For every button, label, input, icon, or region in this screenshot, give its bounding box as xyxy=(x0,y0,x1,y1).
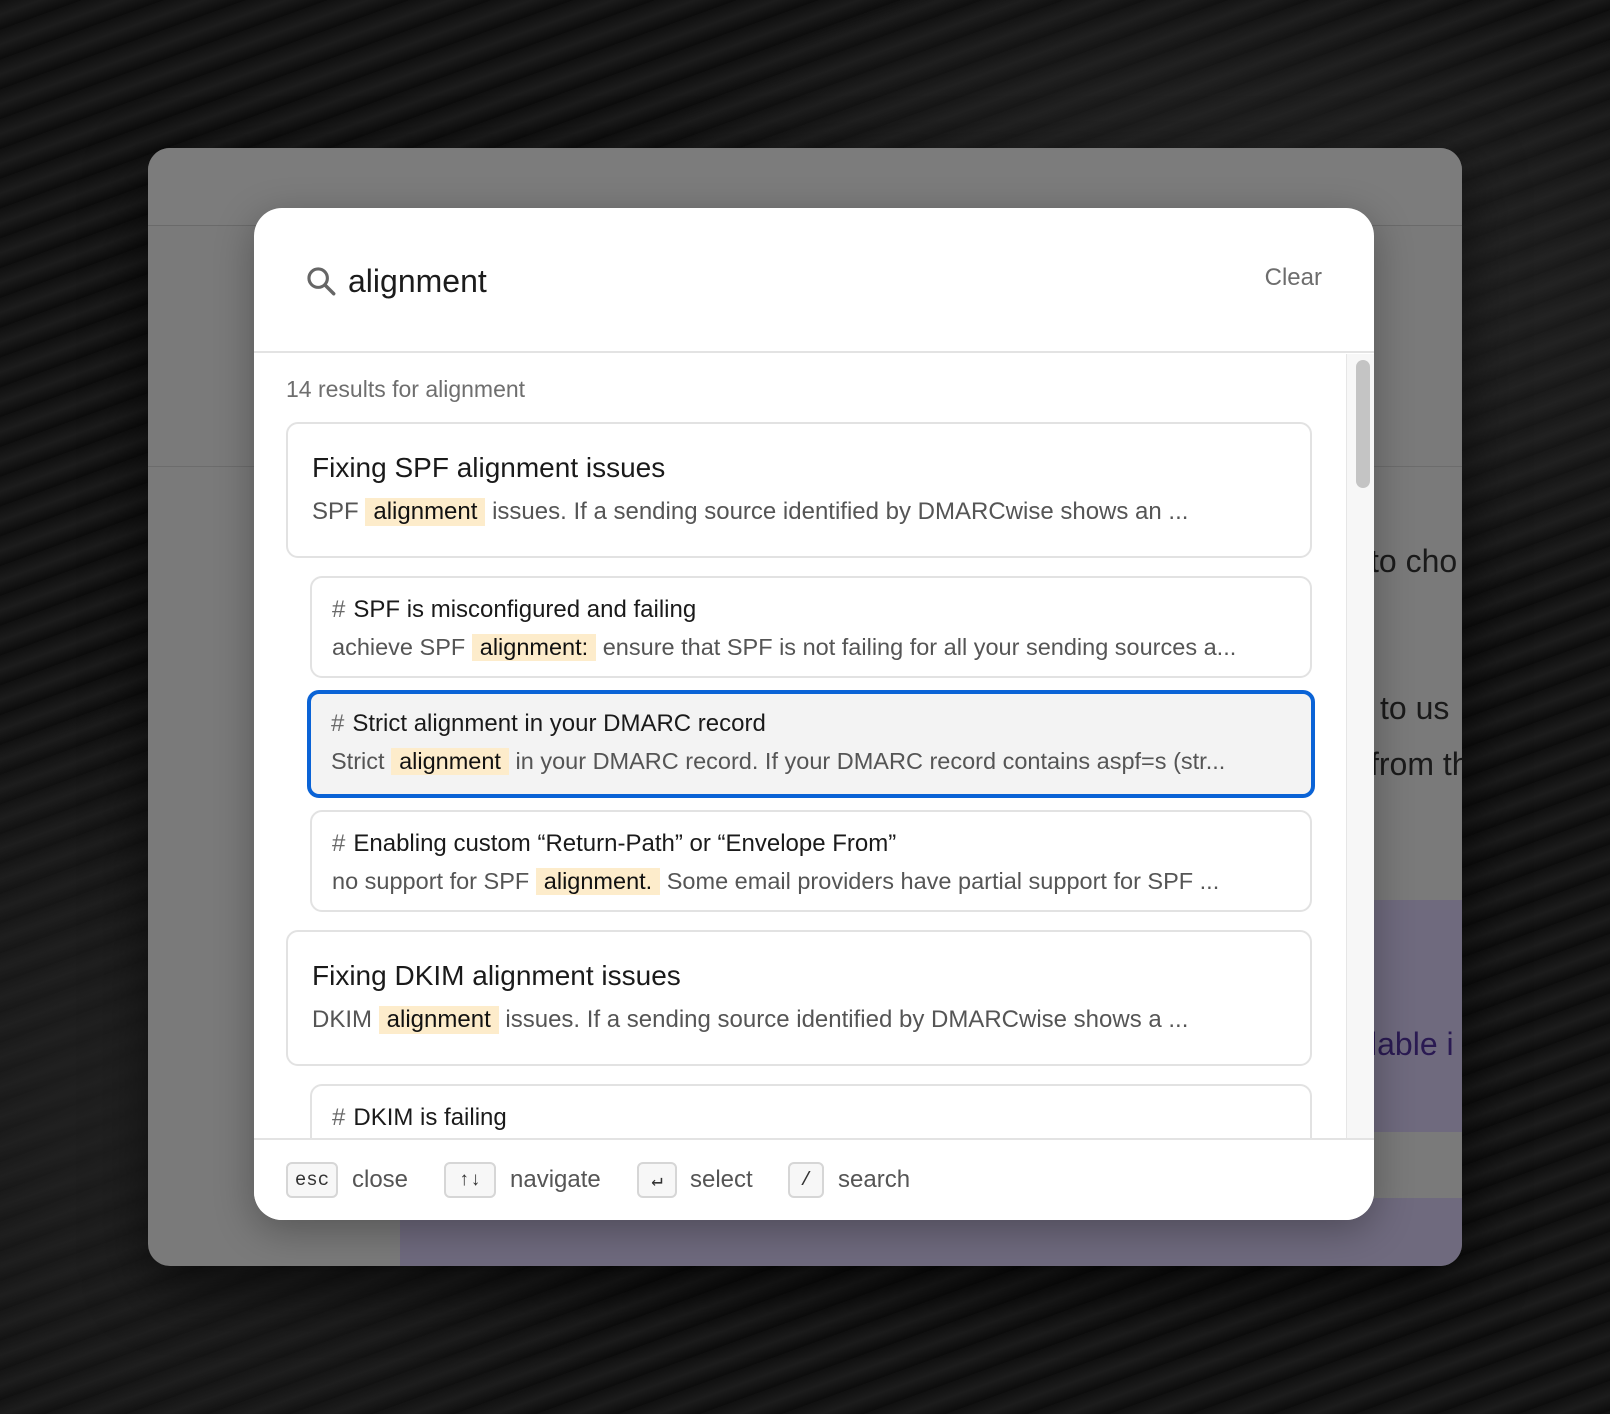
hash-icon: # xyxy=(332,830,346,857)
hash-icon: # xyxy=(332,596,346,623)
result-title: Fixing DKIM alignment issues xyxy=(312,960,681,991)
result-snippet: no support for SPF alignment. Some email… xyxy=(332,868,1220,895)
background-text: to cho xyxy=(1370,543,1458,579)
result-page-card[interactable]: Fixing DKIM alignment issues DKIM alignm… xyxy=(286,930,1312,1066)
result-title: # Strict alignment in your DMARC record xyxy=(331,710,766,737)
search-input[interactable] xyxy=(348,256,1208,306)
scrollbar-thumb[interactable] xyxy=(1356,360,1370,488)
enter-key-icon: ↵ xyxy=(637,1162,677,1198)
search-highlight: alignment: xyxy=(471,634,597,661)
search-bar: Clear xyxy=(254,208,1374,353)
slash-key-icon: / xyxy=(788,1162,824,1198)
result-title: # DKIM is failing xyxy=(332,1104,507,1131)
arrow-keys-icon: ↑↓ xyxy=(444,1162,496,1198)
results-scrollbar[interactable] xyxy=(1346,354,1374,1138)
search-icon xyxy=(307,267,336,296)
background-text: from th xyxy=(1370,746,1462,782)
search-hint-label: search xyxy=(838,1166,911,1193)
hash-icon: # xyxy=(332,1104,346,1131)
keyboard-hints-footer: esc close ↑↓ navigate ↵ select / search xyxy=(254,1138,1374,1220)
search-highlight: alignment xyxy=(365,498,486,526)
esc-key-icon: esc xyxy=(286,1162,338,1198)
navigate-hint-label: navigate xyxy=(510,1166,601,1193)
results-count: 14 results for alignment xyxy=(286,376,526,402)
result-title: # SPF is misconfigured and failing xyxy=(332,596,697,623)
background-callout-text: lable i xyxy=(1370,1026,1454,1062)
result-section-card[interactable]: # Enabling custom “Return-Path” or “Envel… xyxy=(310,810,1312,912)
result-page-card[interactable]: Fixing SPF alignment issues SPF alignmen… xyxy=(286,422,1312,558)
result-snippet: SPF alignment issues. If a sending sourc… xyxy=(312,498,1189,526)
result-snippet: DKIM alignment issues. If a sending sour… xyxy=(312,1006,1189,1034)
search-modal: Clear 14 results for alignment Fixing SP… xyxy=(254,208,1374,1220)
result-section-card[interactable]: # SPF is misconfigured and failing achiev… xyxy=(310,576,1312,678)
result-section-card[interactable]: # DKIM is failing xyxy=(310,1084,1312,1138)
close-hint-label: close xyxy=(352,1166,409,1193)
search-highlight: alignment xyxy=(378,1006,499,1034)
result-title: Fixing SPF alignment issues xyxy=(312,452,666,483)
result-snippet: Strict alignment in your DMARC record. I… xyxy=(331,748,1226,775)
clear-button[interactable]: Clear xyxy=(1265,264,1322,292)
hash-icon: # xyxy=(331,710,345,737)
result-snippet: achieve SPF alignment: ensure that SPF i… xyxy=(332,634,1237,661)
background-text: to us xyxy=(1380,690,1450,726)
result-section-card-selected[interactable]: # Strict alignment in your DMARC record S… xyxy=(307,690,1315,798)
select-hint-label: select xyxy=(690,1166,753,1193)
results-list: 14 results for alignment Fixing SPF alig… xyxy=(254,354,1346,1138)
search-highlight: alignment xyxy=(391,748,509,775)
search-highlight: alignment. xyxy=(535,868,661,895)
result-title: # Enabling custom “Return-Path” or “Envel… xyxy=(332,830,897,857)
